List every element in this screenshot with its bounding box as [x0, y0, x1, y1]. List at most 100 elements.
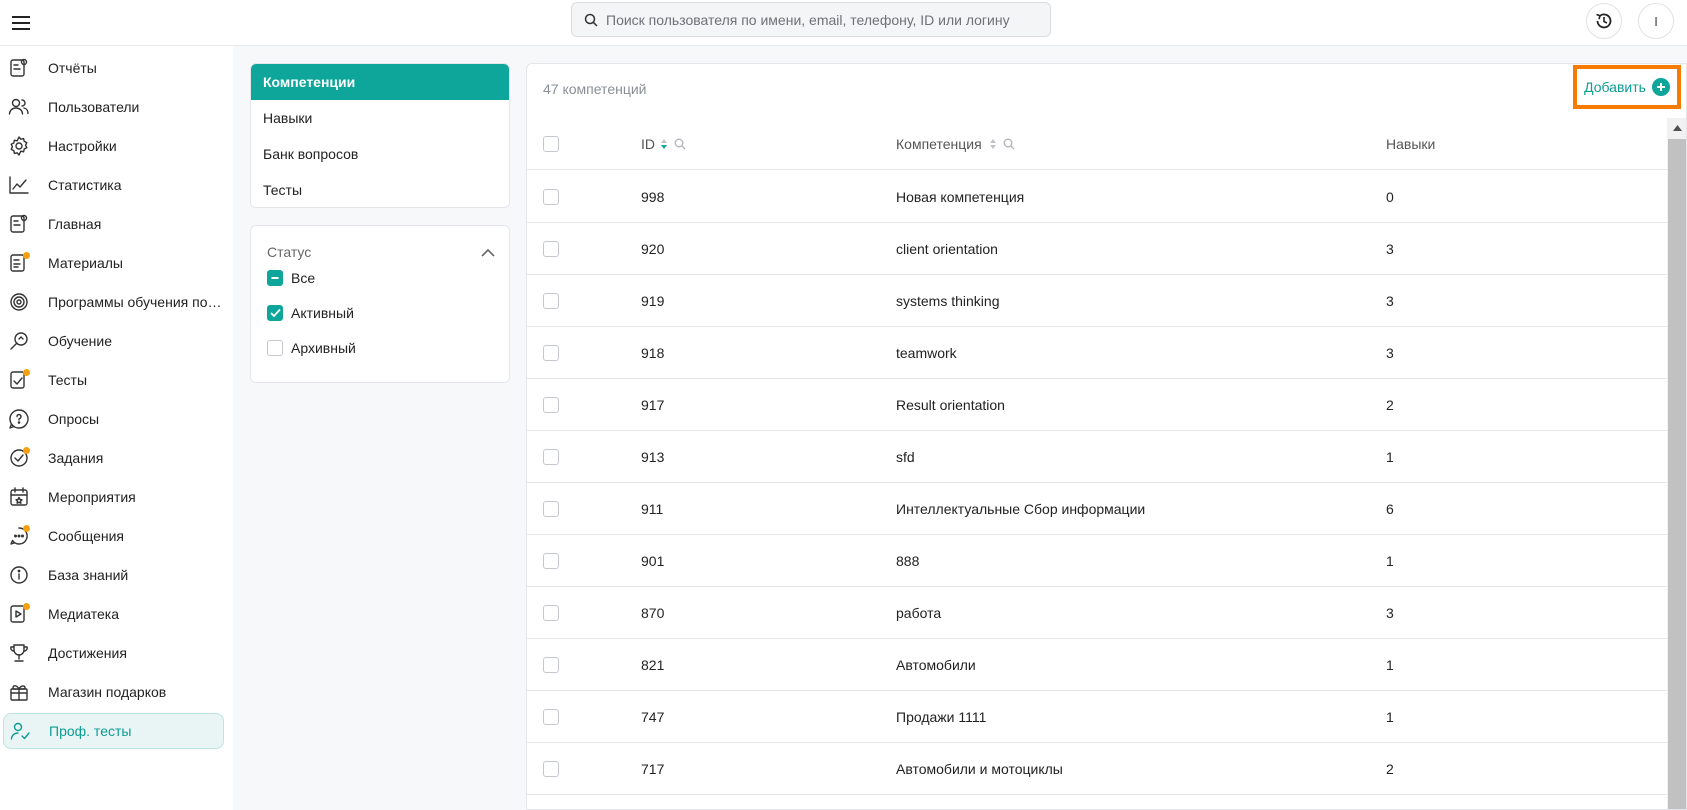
row-skills-count: 3: [1386, 293, 1394, 309]
row-skills-count: 1: [1386, 449, 1394, 465]
sidebar-item-tasks[interactable]: Задания: [3, 440, 224, 476]
table-row[interactable]: 998 Новая компетенция 0: [527, 171, 1667, 223]
search-input[interactable]: [606, 11, 1036, 28]
sidebar-item-label: Материалы: [48, 255, 123, 271]
sidebar-item-label: Главная: [48, 216, 102, 232]
row-skills-count: 6: [1386, 501, 1394, 517]
sidebar-item-learning[interactable]: Обучение: [3, 323, 224, 359]
sidebar-item-gear[interactable]: Настройки: [3, 128, 224, 164]
table-row[interactable]: 913 sfd 1: [527, 431, 1667, 483]
sidebar-item-surveys[interactable]: Опросы: [3, 401, 224, 437]
search-icon[interactable]: [674, 138, 686, 150]
plus-icon: [1651, 78, 1670, 96]
skills-column-header: Навыки: [1386, 118, 1435, 170]
table-row[interactable]: 920 client orientation 3: [527, 223, 1667, 275]
sidebar-item-tests[interactable]: Тесты: [3, 362, 224, 398]
competency-column-label: Компетенция: [896, 136, 982, 152]
sort-icon[interactable]: [989, 138, 997, 150]
row-checkbox[interactable]: [543, 189, 559, 205]
table-header: ID Компетенция Навыки: [527, 118, 1667, 170]
row-checkbox[interactable]: [543, 709, 559, 725]
status-checkbox[interactable]: [267, 305, 283, 321]
row-checkbox[interactable]: [543, 605, 559, 621]
table-row[interactable]: [527, 795, 1667, 809]
sidebar-item-messages[interactable]: Сообщения: [3, 518, 224, 554]
section-tab[interactable]: Компетенции: [251, 64, 509, 100]
surveys-icon: [7, 407, 31, 431]
sidebar-item-label: Проф. тесты: [49, 723, 132, 739]
sidebar-item-programs[interactable]: Программы обучения по специальностям: [3, 284, 224, 320]
sidebar-item-label: Задания: [48, 450, 104, 466]
row-checkbox[interactable]: [543, 449, 559, 465]
status-option-label: Активный: [291, 305, 354, 321]
select-all-checkbox[interactable]: [543, 136, 559, 152]
sidebar-item-chart[interactable]: Статистика: [3, 167, 224, 203]
row-id: 870: [641, 605, 665, 621]
row-checkbox[interactable]: [543, 345, 559, 361]
table-row[interactable]: 870 работа 3: [527, 587, 1667, 639]
row-checkbox[interactable]: [543, 293, 559, 309]
table-row[interactable]: 747 Продажи 1111 1: [527, 691, 1667, 743]
sidebar-item-materials[interactable]: Материалы: [3, 245, 224, 281]
sidebar-item-label: Медиатека: [48, 606, 120, 622]
status-option[interactable]: Архивный: [267, 337, 356, 359]
history-button[interactable]: [1586, 3, 1622, 39]
user-search-box[interactable]: [571, 2, 1051, 37]
table-row[interactable]: 901 888 1: [527, 535, 1667, 587]
table-row[interactable]: 917 Result orientation 2: [527, 379, 1667, 431]
section-nav: Компетенции Навыки Банк вопросов Тесты: [250, 63, 510, 208]
scroll-up-arrow-icon[interactable]: [1667, 118, 1686, 138]
search-icon[interactable]: [1003, 138, 1015, 150]
sort-icon[interactable]: [660, 138, 668, 150]
competency-column-header[interactable]: Компетенция: [896, 118, 1015, 170]
sidebar-item-label: Статистика: [48, 177, 122, 193]
section-tab[interactable]: Тесты: [251, 172, 509, 207]
sidebar-item-home[interactable]: Главная: [3, 206, 224, 242]
avatar-button[interactable]: I: [1638, 3, 1674, 39]
sidebar-item-trophy[interactable]: Достижения: [3, 635, 224, 671]
row-checkbox[interactable]: [543, 553, 559, 569]
learning-icon: [7, 329, 31, 353]
table-row[interactable]: 918 teamwork 3: [527, 327, 1667, 379]
sidebar-item-prof-tests[interactable]: Проф. тесты: [3, 713, 224, 749]
row-checkbox[interactable]: [543, 397, 559, 413]
row-id: 998: [641, 189, 665, 205]
row-checkbox[interactable]: [543, 657, 559, 673]
table-row[interactable]: 821 Автомобили 1: [527, 639, 1667, 691]
add-competency-button[interactable]: Добавить: [1573, 65, 1681, 109]
row-competency-name: client orientation: [896, 241, 998, 257]
status-checkbox[interactable]: [267, 340, 283, 356]
sidebar-item-media[interactable]: Медиатека: [3, 596, 224, 632]
sidebar-item-reports[interactable]: Отчёты: [3, 50, 224, 86]
row-checkbox[interactable]: [543, 501, 559, 517]
scrollbar-thumb[interactable]: [1668, 139, 1686, 809]
row-id: 919: [641, 293, 665, 309]
sidebar-item-label: Достижения: [48, 645, 127, 661]
row-checkbox[interactable]: [543, 761, 559, 777]
row-skills-count: 1: [1386, 657, 1394, 673]
sidebar-item-gift[interactable]: Магазин подарков: [3, 674, 224, 710]
table-row[interactable]: 717 Автомобили и мотоциклы 2: [527, 743, 1667, 795]
sidebar-item-label: Настройки: [48, 138, 117, 154]
sidebar-item-users[interactable]: Пользователи: [3, 89, 224, 125]
media-icon: [7, 602, 31, 626]
section-tab[interactable]: Навыки: [251, 100, 509, 136]
vertical-scrollbar[interactable]: [1667, 118, 1686, 809]
menu-icon[interactable]: [6, 8, 36, 38]
row-skills-count: 3: [1386, 241, 1394, 257]
row-checkbox[interactable]: [543, 241, 559, 257]
materials-icon: [7, 251, 31, 275]
chevron-up-icon: [481, 248, 495, 257]
table-row[interactable]: 919 systems thinking 3: [527, 275, 1667, 327]
status-option[interactable]: Все: [267, 267, 315, 289]
id-column-header[interactable]: ID: [641, 118, 686, 170]
status-filter-toggle[interactable]: Статус: [267, 242, 495, 262]
history-icon: [1594, 11, 1614, 31]
sidebar-item-info[interactable]: База знаний: [3, 557, 224, 593]
row-competency-name: Result orientation: [896, 397, 1005, 413]
section-tab[interactable]: Банк вопросов: [251, 136, 509, 172]
table-row[interactable]: 911 Интеллектуальные Сбор информации 6: [527, 483, 1667, 535]
status-checkbox[interactable]: [267, 270, 283, 286]
status-option[interactable]: Активный: [267, 302, 354, 324]
sidebar-item-calendar[interactable]: Мероприятия: [3, 479, 224, 515]
